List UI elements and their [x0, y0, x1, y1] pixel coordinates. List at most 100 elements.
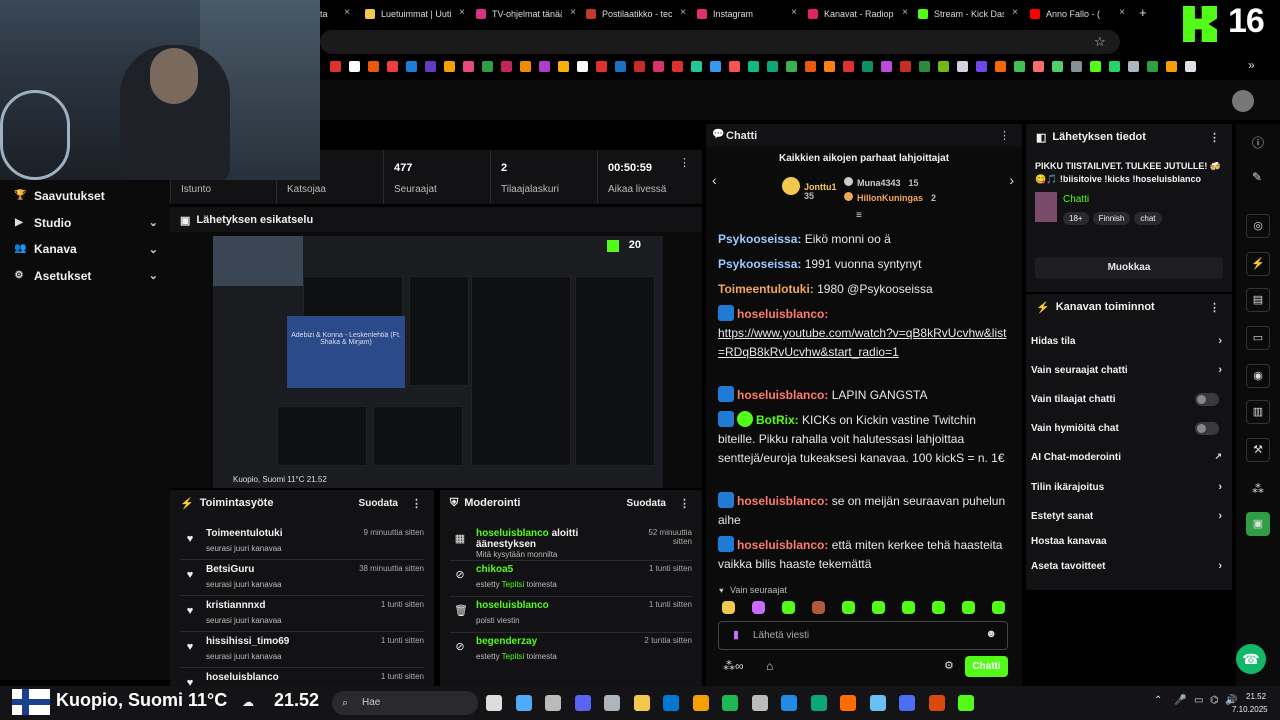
layout-icon[interactable]: ▥ [1246, 400, 1270, 424]
bookmark-icon[interactable] [577, 61, 588, 72]
taskbar-app-icon[interactable] [692, 695, 709, 711]
chat-username[interactable]: Psykooseissa: [718, 257, 801, 271]
taskbar-app-icon[interactable] [663, 695, 679, 711]
bookmark-icon[interactable] [786, 61, 797, 72]
bookmark-icon[interactable] [368, 61, 379, 72]
bookmark-icon[interactable] [995, 61, 1006, 72]
activity-menu-icon[interactable]: ⋮ [411, 497, 422, 510]
taskbar-app-icon[interactable] [574, 695, 591, 711]
bookmark-icon[interactable] [729, 61, 740, 72]
close-icon[interactable]: × [791, 7, 797, 18]
channel-action-row[interactable]: Tilin ikärajoitus › [1031, 481, 1227, 496]
bookmark-icon[interactable] [463, 61, 474, 72]
close-icon[interactable]: × [1012, 7, 1018, 18]
activity-user[interactable]: hoseluisblanco [206, 672, 279, 683]
chat-link[interactable]: https://www.youtube.com/watch?v=qB8kRvUc… [718, 326, 1006, 359]
bookmark-icon[interactable] [501, 61, 512, 72]
bookmark-icon[interactable] [824, 61, 835, 72]
bookmark-icon[interactable] [748, 61, 759, 72]
address-bar[interactable] [320, 30, 1120, 54]
bookmark-icon[interactable] [1052, 61, 1063, 72]
channel-action-row[interactable]: Hidas tila › [1031, 335, 1227, 350]
edit-stream-button[interactable]: Muokkaa [1035, 257, 1223, 279]
prev-arrow-icon[interactable]: ‹ [712, 172, 717, 188]
activity-user[interactable]: hissihissi_timo69 [206, 636, 289, 647]
moderation-moderator[interactable]: Tepitsi [502, 652, 525, 661]
taskbar-app-icon[interactable] [604, 695, 620, 711]
bookmark-icon[interactable] [900, 61, 911, 72]
taskbar-app-icon[interactable] [958, 695, 974, 711]
top-gifter[interactable]: Jonttu1 35 [782, 177, 837, 201]
bookmark-icon[interactable] [1147, 61, 1158, 72]
chevron-up-icon[interactable]: ⌃ [1154, 695, 1162, 706]
chevron-right-icon[interactable]: » [1248, 58, 1255, 72]
help-icon[interactable]: ☎ [1236, 644, 1266, 674]
taskbar-app-icon[interactable] [928, 695, 945, 711]
bookmark-icon[interactable] [653, 61, 664, 72]
activity-user[interactable]: Toimeentulotuki [206, 528, 282, 539]
channel-action-row[interactable]: AI Chat-moderointi ↗ [1031, 451, 1227, 466]
emote-icon[interactable] [902, 601, 915, 614]
bookmark-icon[interactable] [520, 61, 531, 72]
taskbar-app-icon[interactable] [781, 695, 797, 711]
browser-tab[interactable]: Anno Fallo - (× [1030, 4, 1125, 24]
taskbar-app-icon[interactable] [840, 695, 856, 711]
activity-user[interactable]: BetsiGuru [206, 564, 254, 575]
emote-icon[interactable] [752, 601, 765, 614]
bookmark-icon[interactable] [843, 61, 854, 72]
channel-action-row[interactable]: Estetyt sanat › [1031, 510, 1227, 525]
emote-icon[interactable] [932, 601, 945, 614]
toggle-switch[interactable] [1195, 393, 1219, 406]
wrench-icon[interactable]: ⚒ [1246, 438, 1270, 462]
browser-tab[interactable]: Stream - Kick Dash × [918, 4, 1018, 24]
bookmark-icon[interactable] [1185, 61, 1196, 72]
bookmark-icon[interactable] [767, 61, 778, 72]
bookmark-icon[interactable] [1071, 61, 1082, 72]
bookmark-icon[interactable] [710, 61, 721, 72]
bookmark-icon[interactable] [1033, 61, 1044, 72]
channel-action-row[interactable]: Vain seuraajat chatti › [1031, 364, 1227, 379]
activity-filter-button[interactable]: Suodata [359, 498, 398, 509]
bookmark-icon[interactable] [1090, 61, 1101, 72]
moderation-user[interactable]: chikoa5 [476, 564, 513, 575]
sidebar-item-asetukset[interactable]: ⚙ Asetukset ⌄ [14, 266, 164, 286]
sidebar-item-saavutukset[interactable]: 🏆 Saavutukset [14, 186, 164, 206]
bookmark-icon[interactable] [976, 61, 987, 72]
moderation-moderator[interactable]: Tepitsi [502, 580, 525, 589]
bookmark-star-icon[interactable]: ☆ [1094, 34, 1106, 50]
store-icon[interactable]: ⌂ [766, 659, 773, 673]
taskbar-app-icon[interactable] [545, 695, 561, 711]
close-icon[interactable]: × [570, 7, 576, 18]
bookmark-icon[interactable] [1128, 61, 1139, 72]
bookmark-icon[interactable] [539, 61, 550, 72]
pencil-icon[interactable]: ✎ [1252, 170, 1262, 184]
document-icon[interactable]: ▤ [1246, 288, 1270, 312]
chat-username[interactable]: hoseluisblanco: [737, 388, 828, 402]
bookmark-icon[interactable] [330, 61, 341, 72]
chat-menu-icon[interactable]: ⋮ [999, 129, 1010, 142]
next-arrow-icon[interactable]: › [1009, 172, 1014, 188]
sidebar-item-studio[interactable]: ▶ Studio ⌄ [14, 213, 164, 233]
bookmark-icon[interactable] [881, 61, 892, 72]
info-icon[interactable]: ⓘ [1252, 134, 1264, 151]
emote-icon[interactable] [812, 601, 825, 614]
send-chat-button[interactable]: Chatti [965, 656, 1008, 677]
toggle-switch[interactable] [1195, 422, 1219, 435]
browser-tab[interactable]: TV-ohjelmat tänään × [476, 4, 576, 24]
bookmark-icon[interactable] [672, 61, 683, 72]
bookmark-icon[interactable] [957, 61, 968, 72]
stream-info-menu-icon[interactable]: ⋮ [1209, 131, 1220, 144]
top-gifter[interactable]: HillonKuningas 2 [844, 192, 936, 203]
preview-video[interactable]: Adebizi & Konna - Leskenlehtiä (Ft. Shak… [213, 236, 663, 488]
bookmark-icon[interactable] [406, 61, 417, 72]
activity-user[interactable]: kristiannnxd [206, 600, 265, 611]
bookmark-icon[interactable] [805, 61, 816, 72]
bookmark-icon[interactable] [349, 61, 360, 72]
chat-input[interactable]: ▮ Lähetä viesti ☻ [718, 621, 1008, 650]
taskbar-app-icon[interactable] [869, 695, 886, 711]
emote-icon[interactable] [992, 601, 1005, 614]
chat-username[interactable]: hoseluisblanco: [737, 538, 828, 552]
chat-username[interactable]: hoseluisblanco: [737, 494, 828, 508]
moderation-menu-icon[interactable]: ⋮ [679, 497, 690, 510]
channel-action-row[interactable]: Hostaa kanavaa [1031, 536, 1227, 550]
